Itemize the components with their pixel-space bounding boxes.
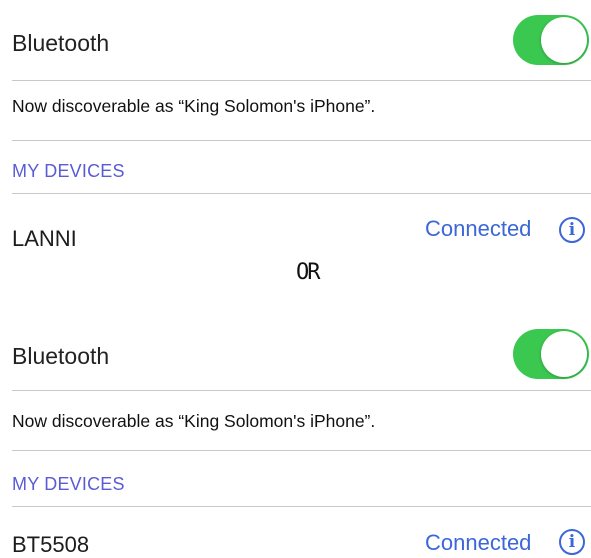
bluetooth-toggle[interactable] <box>513 329 589 379</box>
divider <box>12 80 591 81</box>
divider <box>12 193 591 194</box>
discoverable-text: Now discoverable as “King Solomon's iPho… <box>12 411 376 431</box>
bluetooth-label: Bluetooth <box>12 343 110 369</box>
section-header-my-devices: MY DEVICES <box>12 161 125 181</box>
device-name[interactable]: LANNI <box>12 226 77 252</box>
or-separator: OR <box>296 260 320 285</box>
divider <box>12 140 591 141</box>
info-circle-icon[interactable]: i <box>559 217 585 243</box>
toggle-knob <box>541 17 587 63</box>
bluetooth-label: Bluetooth <box>12 30 110 56</box>
divider <box>12 450 591 451</box>
divider <box>12 506 591 507</box>
divider <box>12 390 591 391</box>
info-circle-icon[interactable]: i <box>559 529 585 555</box>
section-header-my-devices: MY DEVICES <box>12 474 125 494</box>
device-name[interactable]: BT5508 <box>12 532 89 558</box>
device-status[interactable]: Connected <box>425 216 531 242</box>
toggle-knob <box>541 331 587 377</box>
device-status[interactable]: Connected <box>425 530 531 556</box>
discoverable-text: Now discoverable as “King Solomon's iPho… <box>12 96 376 116</box>
bluetooth-toggle[interactable] <box>513 15 589 65</box>
